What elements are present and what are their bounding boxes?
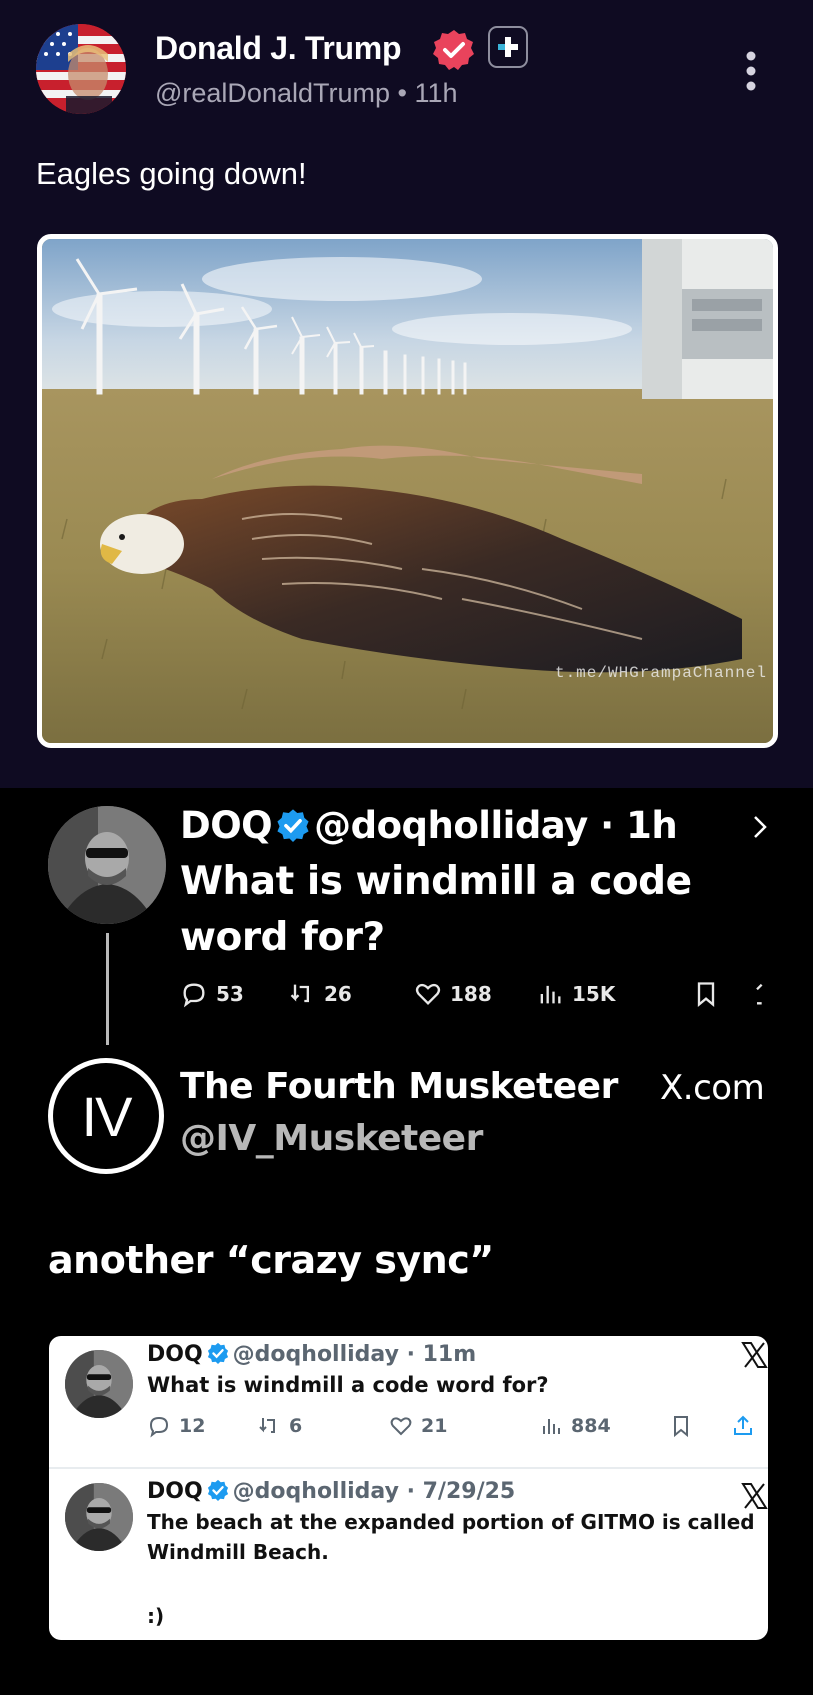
iv-tweet-text: another “crazy sync” — [48, 1238, 494, 1282]
post-image[interactable]: t.me/WHGrampaChannel — [37, 234, 778, 748]
doq-avatar[interactable] — [65, 1350, 133, 1418]
views-button[interactable]: 15K — [536, 980, 615, 1008]
doq-display-name[interactable]: DOQ — [147, 1479, 203, 1504]
thread-connector-line — [106, 933, 109, 1045]
iv-handle: @IV_Musketeer — [180, 1118, 483, 1159]
man-portrait-image — [65, 1350, 133, 1418]
quoted-tweet-text: The beach at the expanded portion of GIT… — [147, 1507, 767, 1631]
verified-badge-icon — [207, 1342, 228, 1364]
repost-count: 6 — [289, 1415, 303, 1437]
like-button[interactable]: 21 — [389, 1414, 447, 1438]
heart-icon — [415, 983, 441, 1005]
quoted-tweet-header: DOQ @doqholliday · 11m — [147, 1342, 476, 1367]
doq-name-row: DOQ @doqholliday · 1h — [180, 804, 678, 847]
embedded-x-screenshot: DOQ @doqholliday · 1h What is windmill a … — [0, 788, 813, 1695]
share-icon — [756, 983, 763, 1005]
doq-handle-time: @doqholliday · 7/29/25 — [232, 1479, 516, 1504]
share-icon — [734, 1415, 752, 1435]
image-watermark: t.me/WHGrampaChannel — [554, 664, 767, 682]
reply-button[interactable]: 12 — [147, 1414, 205, 1438]
post-text: Eagles going down! — [36, 156, 307, 191]
views-count: 884 — [571, 1415, 611, 1437]
plus-badge-icon — [488, 26, 528, 68]
share-button[interactable] — [750, 980, 778, 1008]
chevron-right-icon[interactable] — [752, 814, 768, 840]
doq-handle-time: @doqholliday · 1h — [314, 804, 678, 847]
flag-portrait-image — [36, 24, 126, 114]
author-avatar[interactable] — [36, 24, 126, 114]
doq-display-name[interactable]: DOQ — [180, 804, 273, 847]
tweet-metrics: 53 26 188 15K — [180, 980, 780, 1016]
repost-count: 26 — [324, 982, 352, 1006]
iv-avatar-text: IV — [53, 1063, 159, 1169]
views-chart-icon — [540, 985, 561, 1004]
man-portrait-image — [65, 1483, 133, 1551]
reply-count: 53 — [216, 982, 244, 1006]
reply-count: 12 — [179, 1415, 206, 1437]
views-chart-icon — [543, 1419, 560, 1434]
iv-display-name[interactable]: The Fourth Musketeer — [180, 1066, 618, 1107]
iv-avatar[interactable]: IV — [48, 1058, 164, 1174]
reply-icon — [183, 983, 205, 1008]
repost-icon — [290, 984, 309, 1003]
doq-tweet-text: What is windmill a code word for? — [180, 859, 692, 960]
author-handle: @realDonaldTrump • 11h — [155, 78, 458, 108]
bookmark-button[interactable] — [669, 1414, 693, 1438]
quoted-tweet-metrics: 12 6 21 884 — [147, 1414, 757, 1444]
quoted-tweet-header: DOQ @doqholliday · 7/29/25 — [147, 1479, 515, 1504]
quoted-tweet[interactable]: DOQ @doqholliday · 7/29/25 The beach at t… — [49, 1469, 768, 1640]
site-label: X.com — [660, 1068, 765, 1108]
quoted-tweet-text: What is windmill a code word for? — [147, 1373, 549, 1397]
quoted-tweet-line: :) — [147, 1604, 165, 1628]
man-portrait-image — [48, 806, 166, 924]
bookmark-icon — [674, 1416, 688, 1438]
views-count: 15K — [572, 982, 616, 1006]
quoted-tweets-card: DOQ @doqholliday · 11m What is windmill a… — [49, 1336, 768, 1640]
verified-badge-icon — [277, 809, 309, 842]
reply-button[interactable]: 53 — [180, 980, 244, 1008]
author-name[interactable]: Donald J. Trump — [155, 30, 402, 67]
views-button[interactable]: 884 — [539, 1414, 611, 1438]
share-button[interactable] — [731, 1414, 755, 1438]
quoted-tweet-line: Windmill Beach. — [147, 1540, 329, 1564]
like-button[interactable]: 188 — [414, 980, 492, 1008]
heart-icon — [390, 1417, 412, 1436]
reply-icon — [149, 1416, 169, 1438]
doq-avatar[interactable] — [65, 1483, 133, 1551]
x-logo-icon — [741, 1342, 768, 1368]
repost-button[interactable]: 6 — [257, 1414, 302, 1438]
verified-badge-icon — [433, 30, 474, 70]
verified-badge-icon — [207, 1479, 228, 1501]
repost-button[interactable]: 26 — [288, 980, 352, 1008]
quoted-tweet-line: The beach at the expanded portion of GIT… — [147, 1510, 755, 1534]
bookmark-button[interactable] — [692, 980, 720, 1008]
bookmark-icon — [697, 982, 715, 1007]
like-count: 188 — [450, 982, 492, 1006]
quoted-tweet[interactable]: DOQ @doqholliday · 11m What is windmill a… — [49, 1336, 768, 1467]
doq-handle-time: @doqholliday · 11m — [232, 1342, 477, 1367]
repost-icon — [259, 1418, 275, 1433]
more-options-icon[interactable] — [740, 50, 762, 94]
doq-display-name[interactable]: DOQ — [147, 1342, 203, 1367]
like-count: 21 — [421, 1415, 448, 1437]
doq-avatar[interactable] — [48, 806, 166, 924]
truth-post: Donald J. Trump @realDonaldTrump • 11h E… — [0, 0, 813, 788]
